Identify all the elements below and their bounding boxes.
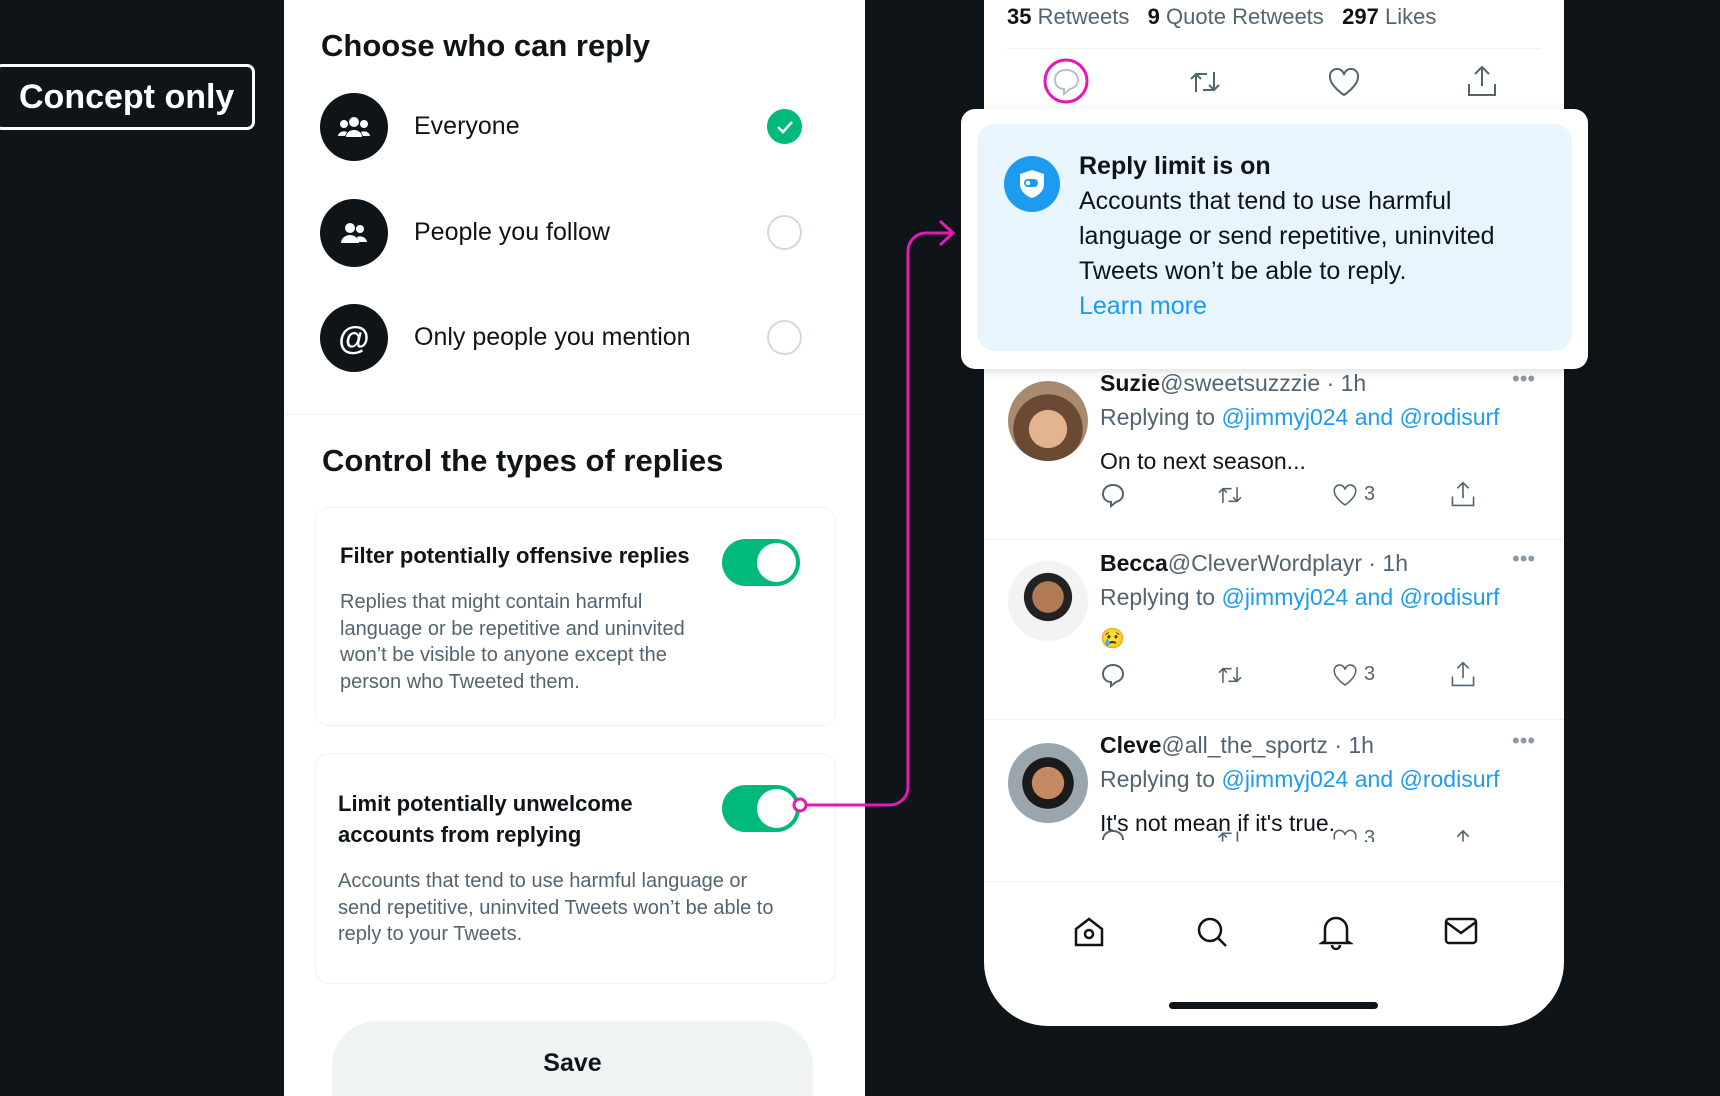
learn-more-link[interactable]: Learn more [1079, 289, 1207, 324]
replying-to: Replying to @jimmyj024 and @rodisurf [1100, 584, 1500, 610]
retweet-icon[interactable] [1216, 664, 1244, 686]
replying-to: Replying to @jimmyj024 and @rodisurf [1100, 404, 1500, 430]
like-count: 3 [1364, 663, 1376, 685]
popup-title: Reply limit is on [1079, 152, 1271, 180]
limit-unwelcome-card: Limit potentially unwelcome accounts from… [315, 753, 836, 984]
people-follow-icon [320, 199, 388, 267]
retweet-icon[interactable] [1216, 828, 1244, 842]
like-icon[interactable] [1332, 483, 1358, 507]
reply-limit-popup: Reply limit is on Accounts that tend to … [961, 109, 1588, 369]
tweet-author: Suzie@sweetsuzzzie · 1h [1100, 370, 1367, 396]
reply-icon[interactable] [1100, 828, 1126, 842]
divider [984, 881, 1564, 882]
reply-settings-panel: Choose who can reply Everyone People you… [284, 0, 865, 1096]
choose-reply-title: Choose who can reply [321, 28, 651, 63]
retweet-icon[interactable] [1216, 484, 1244, 506]
share-icon[interactable] [1450, 480, 1476, 508]
mentions-link[interactable]: @jimmyj024 and @rodisurf [1221, 584, 1499, 610]
card-description: Replies that might contain harmful langua… [340, 591, 685, 693]
radio-unchecked[interactable] [767, 320, 802, 355]
filter-offensive-card: Filter potentially offensive replies Rep… [315, 507, 836, 726]
radio-unchecked[interactable] [767, 215, 802, 250]
tweet-text: 😢 [1100, 628, 1125, 650]
more-icon[interactable]: ••• [1512, 366, 1535, 392]
share-icon[interactable] [1450, 660, 1476, 688]
card-title: Filter potentially offensive replies [340, 543, 690, 568]
reply-icon[interactable] [1100, 662, 1126, 688]
tweet-author: Becca@CleverWordplayr · 1h [1100, 550, 1409, 576]
limit-unwelcome-toggle[interactable] [722, 785, 800, 832]
divider [284, 414, 865, 415]
card-description: Accounts that tend to use harmful langua… [338, 870, 774, 945]
option-everyone[interactable]: Everyone [320, 93, 830, 161]
option-people-you-follow[interactable]: People you follow [320, 199, 830, 267]
concept-only-badge: Concept only [0, 64, 255, 130]
save-button[interactable]: Save [332, 1021, 813, 1096]
like-icon[interactable] [1327, 67, 1361, 97]
popup-body: Accounts that tend to use harmful languag… [1079, 187, 1495, 285]
option-only-mentioned[interactable]: @ Only people you mention [320, 304, 830, 372]
tweet-author: Cleve@all_the_sportz · 1h [1100, 732, 1374, 758]
like-icon[interactable] [1332, 663, 1358, 687]
replying-to: Replying to @jimmyj024 and @rodisurf [1100, 766, 1500, 792]
reply-icon[interactable] [1043, 58, 1089, 104]
tweet-item[interactable]: Cleve@all_the_sportz · 1h ••• Replying t… [984, 722, 1564, 842]
tweet-item[interactable]: Becca@CleverWordplayr · 1h ••• Replying … [984, 540, 1564, 720]
tweet-stats: 35 Retweets 9 Quote Retweets 297 Likes [1007, 4, 1437, 29]
reply-icon[interactable] [1100, 482, 1126, 508]
like-icon[interactable] [1332, 828, 1358, 842]
retweet-icon[interactable] [1188, 68, 1222, 96]
tweet-text: On to next season... [1100, 448, 1306, 474]
reply-limit-notice: Reply limit is on Accounts that tend to … [977, 124, 1572, 351]
people-icon [320, 93, 388, 161]
control-replies-title: Control the types of replies [322, 443, 724, 478]
notifications-icon[interactable] [1319, 914, 1353, 950]
divider [1007, 48, 1540, 49]
option-label: People you follow [414, 218, 610, 246]
shield-icon [1004, 156, 1060, 212]
home-icon[interactable] [1072, 915, 1106, 949]
card-title: Limit potentially unwelcome accounts from… [338, 791, 633, 847]
search-icon[interactable] [1195, 915, 1229, 949]
avatar[interactable] [1008, 561, 1088, 641]
like-count: 3 [1364, 483, 1376, 505]
more-icon[interactable]: ••• [1512, 728, 1535, 754]
mentions-link[interactable]: @jimmyj024 and @rodisurf [1221, 766, 1499, 792]
avatar[interactable] [1008, 381, 1088, 461]
like-count: 3 [1364, 827, 1376, 842]
replies-list: Suzie@sweetsuzzzie · 1h ••• Replying to … [984, 360, 1564, 842]
share-icon[interactable] [1466, 64, 1498, 98]
radio-checked[interactable] [767, 109, 802, 144]
filter-offensive-toggle[interactable] [722, 539, 800, 586]
messages-icon[interactable] [1443, 916, 1479, 946]
share-icon[interactable] [1450, 828, 1476, 842]
avatar[interactable] [1008, 743, 1088, 823]
option-label: Only people you mention [414, 323, 691, 351]
at-icon: @ [320, 304, 388, 372]
tweet-item[interactable]: Suzie@sweetsuzzzie · 1h ••• Replying to … [984, 360, 1564, 540]
more-icon[interactable]: ••• [1512, 546, 1535, 572]
mentions-link[interactable]: @jimmyj024 and @rodisurf [1221, 404, 1499, 430]
home-indicator [1169, 1002, 1378, 1009]
option-label: Everyone [414, 112, 520, 140]
